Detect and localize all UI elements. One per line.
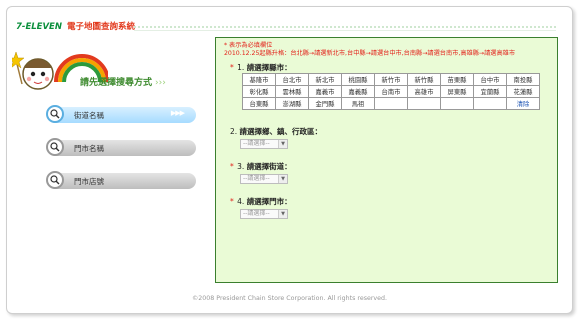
step-street: * 3. 請選擇街道： xyxy=(230,161,292,172)
search-by-store-id-button[interactable]: 門市店號 xyxy=(46,171,196,189)
county-option[interactable]: 桃園縣 xyxy=(341,73,375,86)
county-row: 基隆市 台北市 新北市 桃園縣 新竹市 新竹縣 苗栗縣 台中市 南投縣 xyxy=(242,73,540,86)
header-divider-thin xyxy=(134,30,556,31)
step-number: 3. xyxy=(237,162,245,171)
prompt-label: 請先選擇搜尋方式 xyxy=(80,78,153,88)
county-option[interactable]: 嘉義縣 xyxy=(341,85,375,98)
county-table: 基隆市 台北市 新北市 桃園縣 新竹市 新竹縣 苗栗縣 台中市 南投縣 彰化縣 雲林縣 嘉義市 嘉義縣台… xyxy=(242,73,540,110)
search-form-panel: * 表示為必填欄位 2010.12.25起縣升格：台北縣→請選新北市,台中縣→請… xyxy=(215,37,558,283)
header: 7-ELEVEN 電子地圖查詢系統 xyxy=(16,20,558,36)
district-select[interactable]: --請選擇-- ▼ xyxy=(240,139,288,149)
store-select[interactable]: --請選擇-- ▼ xyxy=(240,209,288,219)
street-select-value: --請選擇-- xyxy=(243,175,270,182)
step-label: 請選擇街道： xyxy=(246,162,292,171)
search-by-store-name-button[interactable]: 門市名稱 xyxy=(46,138,196,156)
county-option[interactable]: 雲林縣 xyxy=(275,85,309,98)
required-marker: * xyxy=(230,197,234,206)
required-marker: * xyxy=(230,63,234,72)
county-option[interactable]: 台北市 xyxy=(275,73,309,86)
county-empty-cell xyxy=(407,97,441,110)
magnifier-icon xyxy=(46,171,64,189)
county-option[interactable]: 基隆市 xyxy=(242,73,276,86)
site-logo[interactable]: 7-ELEVEN 電子地圖查詢系統 xyxy=(16,20,135,32)
step-store: * 4. 請選擇門市： xyxy=(230,196,292,207)
county-option[interactable]: 新竹縣 xyxy=(407,73,441,86)
county-option[interactable]: 南投縣 xyxy=(506,73,540,86)
county-option[interactable]: 新竹市 xyxy=(374,73,408,86)
county-option[interactable]: 金門縣 xyxy=(308,97,342,110)
magnifier-icon xyxy=(46,105,64,123)
county-option[interactable]: 苗栗縣 xyxy=(440,73,474,86)
search-by-street-button[interactable]: 街道名稱 ▶▶▶ xyxy=(46,105,196,123)
chevron-down-icon: ▼ xyxy=(278,210,287,218)
county-option[interactable]: 台東縣 xyxy=(242,97,276,110)
street-select[interactable]: --請選擇-- ▼ xyxy=(240,174,288,184)
form-notice: * 表示為必填欄位 2010.12.25起縣升格：台北縣→請選新北市,台中縣→請… xyxy=(224,42,515,58)
county-option[interactable]: 高雄市 xyxy=(407,85,441,98)
step-label: 請選擇縣市： xyxy=(246,63,292,72)
county-option[interactable]: 彰化縣 xyxy=(242,85,276,98)
county-option[interactable]: 屏東縣 xyxy=(440,85,474,98)
search-by-store-name-label: 門市名稱 xyxy=(74,144,104,153)
chevron-down-icon: ▼ xyxy=(278,140,287,148)
header-divider xyxy=(134,26,556,28)
county-empty-cell xyxy=(440,97,474,110)
county-row: 台東縣 澎湖縣 金門縣 馬祖 清除 xyxy=(242,97,540,110)
county-option[interactable]: 台南市 xyxy=(374,85,408,98)
step-number: 2. xyxy=(230,127,238,136)
county-option[interactable]: 澎湖縣 xyxy=(275,97,309,110)
step-label: 請選擇鄉、鎮、行政區： xyxy=(239,127,323,136)
copyright-footer: ©2008 President Chain Store Corporation.… xyxy=(191,295,388,302)
step-number: 1. xyxy=(237,63,245,72)
county-empty-cell xyxy=(473,97,507,110)
search-by-street-label: 街道名稱 xyxy=(74,111,104,120)
county-option[interactable]: 宜蘭縣 xyxy=(473,85,507,98)
step-district: 2. 請選擇鄉、鎮、行政區： xyxy=(230,126,322,137)
district-select-value: --請選擇-- xyxy=(243,140,270,147)
county-upgrade-notice: 2010.12.25起縣升格：台北縣→請選新北市,台中縣→請選台中市,台南縣→請… xyxy=(224,50,516,57)
search-by-store-id-label: 門市店號 xyxy=(74,177,104,186)
chevron-down-icon: ▼ xyxy=(278,175,287,183)
store-select-value: --請選擇-- xyxy=(243,210,270,217)
arrow-right-icon: ››› xyxy=(155,78,166,88)
required-marker: * xyxy=(230,162,234,171)
step-label: 請選擇門市： xyxy=(246,197,292,206)
county-option[interactable]: 台中市 xyxy=(473,73,507,86)
required-note: * 表示為必填欄位 xyxy=(224,42,273,49)
step-county: * 1. 請選擇縣市： xyxy=(230,62,292,73)
magnifier-icon xyxy=(46,138,64,156)
county-option[interactable]: 新北市 xyxy=(308,73,342,86)
chevron-right-icon: ▶▶▶ xyxy=(170,109,185,117)
county-option[interactable]: 馬祖 xyxy=(341,97,375,110)
county-row: 彰化縣 雲林縣 嘉義市 嘉義縣 台南市 高雄市 屏東縣 宜蘭縣 花蓮縣 xyxy=(242,85,540,98)
county-empty-cell xyxy=(374,97,408,110)
site-title: 電子地圖查詢系統 xyxy=(66,22,135,32)
clear-county-button[interactable]: 清除 xyxy=(506,97,540,110)
search-method-prompt: 請先選擇搜尋方式 ››› xyxy=(80,75,166,88)
brand-name: 7-ELEVEN xyxy=(16,22,62,32)
step-number: 4. xyxy=(237,197,245,206)
county-option[interactable]: 嘉義市 xyxy=(308,85,342,98)
county-option[interactable]: 花蓮縣 xyxy=(506,85,540,98)
